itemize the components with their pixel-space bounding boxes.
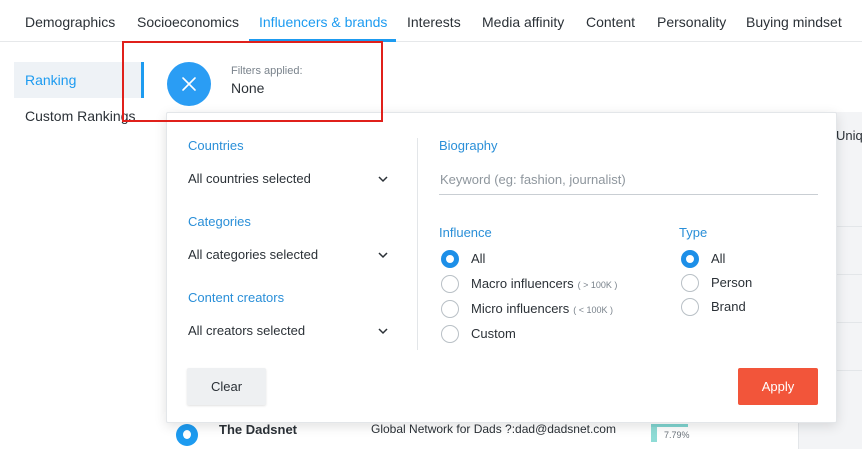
tab-media-affinity[interactable]: Media affinity [482,0,564,42]
sidebar-item-ranking[interactable]: Ranking [14,62,144,98]
type-title: Type [679,225,708,240]
radio-checked[interactable] [681,250,699,268]
dadsnet-avatar[interactable] [176,424,198,446]
influence-option-hint: ( < 100K ) [573,305,614,315]
close-filters-button[interactable] [167,62,211,106]
chevron-down-icon [378,176,388,183]
type-option-label: All [711,251,726,266]
content-creators-select-value: All creators selected [188,323,306,338]
apply-button[interactable]: Apply [738,368,818,405]
countries-select-value: All countries selected [188,171,311,186]
chevron-down-icon [378,328,388,335]
background-column-header: Uniqu [836,128,862,143]
active-tab-indicator [249,39,396,42]
influence-option-label-wrap: Macro influencers( > 100K ) [471,276,617,291]
countries-title: Countries [188,138,244,153]
affinity-percent: 7.79% [664,430,690,440]
influence-option-label: All [471,251,486,266]
content-creators-select[interactable]: All creators selected [188,319,391,343]
filters-applied-label: Filters applied: [231,65,303,77]
clear-button[interactable]: Clear [187,368,266,405]
influence-option-label-wrap: Micro influencers( < 100K ) [471,301,613,316]
panel-divider [417,138,418,350]
tab-personality[interactable]: Personality [657,0,726,42]
tab-influencers-brands[interactable]: Influencers & brands [259,0,387,42]
type-option-label: Brand [711,299,746,314]
filters-applied-value: None [231,80,265,96]
categories-select[interactable]: All categories selected [188,243,391,267]
influence-option-label: Micro influencers [471,301,570,316]
radio-unchecked[interactable] [441,275,459,293]
filter-header-indicator [141,62,144,98]
tab-demographics[interactable]: Demographics [25,0,115,42]
influence-option-label: Macro influencers [471,276,574,291]
influence-title: Influence [439,225,492,240]
type-option-label: Person [711,275,753,290]
content-creators-title: Content creators [188,290,285,305]
biography-title: Biography [439,138,498,153]
influence-option-hint: ( > 100K ) [577,280,618,290]
tab-buying-mindset[interactable]: Buying mindset [746,0,842,42]
influencer-bio: Global Network for Dads ?:dad@dadsnet.co… [371,422,616,436]
influencer-name[interactable]: The Dadsnet [219,422,297,437]
radio-unchecked[interactable] [681,298,699,316]
sidebar-item-custom-rankings[interactable]: Custom Rankings [14,98,144,134]
categories-title: Categories [188,214,251,229]
influence-option-label: Custom [471,326,516,341]
top-tab-bar: Demographics Socioeconomics Influencers … [0,0,862,42]
filter-panel: Countries All countries selected Categor… [166,112,837,423]
tab-interests[interactable]: Interests [407,0,461,42]
radio-unchecked[interactable] [441,325,459,343]
countries-select[interactable]: All countries selected [188,167,391,191]
affinity-bar-fill [651,427,657,442]
categories-select-value: All categories selected [188,247,319,262]
tab-content[interactable]: Content [586,0,635,42]
tab-socioeconomics[interactable]: Socioeconomics [137,0,239,42]
sidebar: Ranking Custom Rankings [14,62,144,134]
chevron-down-icon [378,252,388,259]
biography-keyword-input[interactable] [439,165,818,195]
radio-unchecked[interactable] [681,274,699,292]
radio-checked[interactable] [441,250,459,268]
close-icon [182,77,196,91]
radio-unchecked[interactable] [441,300,459,318]
